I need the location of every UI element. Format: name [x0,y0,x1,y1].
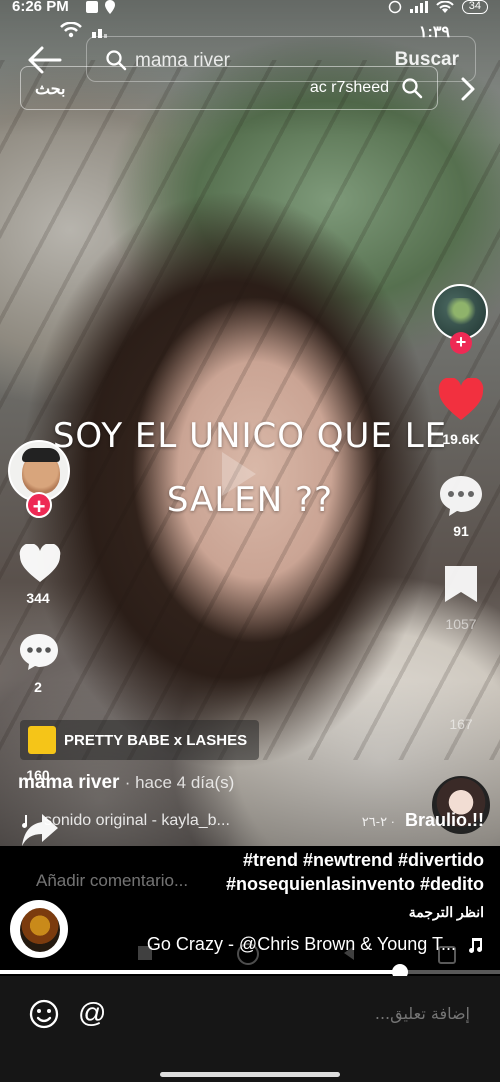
user-name[interactable]: Braulio.!! [405,810,484,831]
search-icon [402,78,423,99]
play-icon [222,452,256,496]
hashtags-line-1[interactable]: #trend #newtrend #divertido [14,848,484,872]
comment-bubble-icon[interactable] [18,632,60,672]
ghost-home-icon [237,943,259,965]
avatar-hair [22,448,60,462]
post-date: ٢-٢٦ · [361,814,395,829]
battery-indicator: 34 [461,0,488,14]
bookmark-icon[interactable] [443,564,479,604]
search-query-second[interactable]: ac r7sheed [310,79,389,97]
follow-plus-button[interactable]: + [450,332,472,354]
hashtags-line-2[interactable]: #nosequienlasinvento #dedito [14,872,484,896]
comment-bubble-icon[interactable] [438,474,484,518]
sound-cover-icon [28,726,56,754]
nav-ghost-icons [130,940,470,970]
search-label[interactable]: بحث [35,79,66,99]
share-arrow-icon[interactable] [20,812,60,848]
left-comment-count: 2 [34,679,42,695]
ghost-square-icon [138,946,152,960]
signal-icon [409,1,428,13]
author-row[interactable]: mama river · hace 4 día(s) [18,772,234,794]
mention-button[interactable]: @ [78,998,106,1028]
ghost-count-1: 1057 [445,616,477,632]
status-icons-left [86,0,116,14]
comment-count: 91 [453,523,469,539]
author-name[interactable]: mama river [18,772,119,793]
video-camera-icon [86,1,98,13]
like-count: 19.6K [442,431,480,447]
ghost-count-2: 167 [449,716,473,732]
follow-plus-button-left[interactable]: + [26,492,52,519]
see-translation-link[interactable]: انظر الترجمة [409,904,484,921]
status-icons-right: 34 [388,0,488,14]
wifi-icon [436,0,454,13]
user-row[interactable]: ٢-٢٦ · Braulio.!! [362,810,484,831]
ghost-back-icon [344,946,354,960]
hashtags[interactable]: #trend #newtrend #divertido #nosequienla… [14,848,484,896]
comment-bar [0,976,500,1082]
sound-chip-label: PRETTY BABE x LASHES [64,731,248,749]
progress-fill [0,970,400,974]
status-time: 6:26 PM [12,0,69,15]
emoji-icon[interactable] [28,998,60,1030]
search-bar-second[interactable]: بحث ac r7sheed [20,66,438,110]
chevron-right-icon[interactable] [458,76,478,102]
sound-chip[interactable]: PRETTY BABE x LASHES [20,720,260,760]
video-progress-bar[interactable] [0,964,500,980]
left-like-count: 344 [26,590,50,606]
post-time: · hace 4 día(s) [124,773,235,792]
sound-author-avatar[interactable] [10,900,68,958]
overlay-wifi-icon [60,22,82,38]
comment-input[interactable] [170,1004,470,1023]
status-bar: 6:26 PM 34 [0,0,500,18]
alarm-icon [388,0,401,14]
avatar-mask [20,908,60,952]
music-label-left: sonido original - kayla_b... [44,812,230,829]
home-indicator [160,1072,340,1077]
heart-outline-icon[interactable] [18,544,62,584]
location-icon [105,0,115,14]
heart-icon[interactable] [437,378,485,422]
ghost-recent-icon [438,946,456,964]
